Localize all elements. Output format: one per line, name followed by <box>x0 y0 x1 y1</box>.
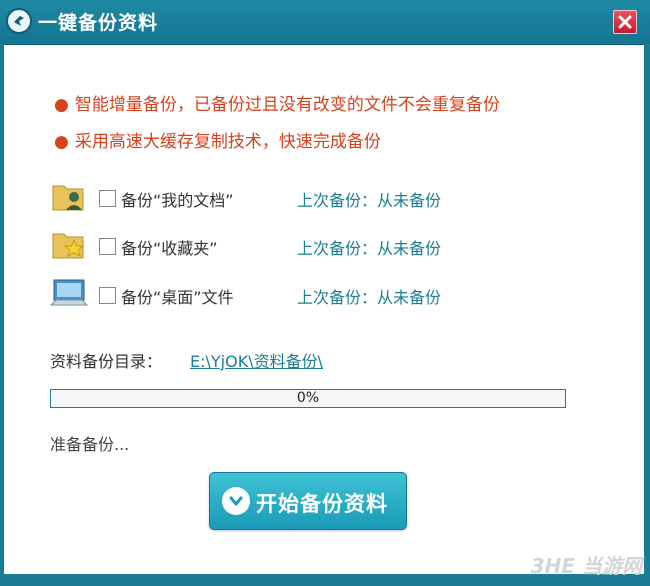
last-backup: 上次备份：从未备份 <box>297 235 441 259</box>
last-backup-label: 上次备份： <box>297 288 378 307</box>
app-logo-icon <box>6 8 32 34</box>
start-backup-button[interactable]: 开始备份资料 <box>209 472 407 530</box>
last-backup-label: 上次备份： <box>297 191 378 210</box>
desktop-icon <box>50 279 88 306</box>
option-favorites: 备份“收藏夹” 上次备份：从未备份 <box>50 226 550 262</box>
checkbox-my-documents[interactable] <box>99 190 116 207</box>
last-backup-value: 从未备份 <box>377 288 442 307</box>
bullet-icon: ● <box>54 95 69 115</box>
progress-bar: 0% <box>50 389 566 408</box>
last-backup: 上次备份：从未备份 <box>297 187 441 211</box>
feature-fast-copy: ● 采用高速大缓存复制技术，快速完成备份 <box>54 127 381 152</box>
user-folder-icon <box>52 185 84 211</box>
last-backup-value: 从未备份 <box>377 239 442 258</box>
close-icon <box>618 15 632 29</box>
last-backup: 上次备份：从未备份 <box>297 284 441 308</box>
progress-percent: 0% <box>296 390 320 406</box>
feature-text: 智能增量备份，已备份过且没有改变的文件不会重复备份 <box>74 95 500 115</box>
checkbox-favorites[interactable] <box>99 238 116 255</box>
title-bar[interactable]: 一键备份资料 <box>0 0 650 45</box>
option-my-documents: 备份“我的文档” 上次备份：从未备份 <box>50 178 550 214</box>
backup-dir-label: 资料备份目录： <box>50 352 163 371</box>
feature-text: 采用高速大缓存复制技术，快速完成备份 <box>74 132 381 152</box>
option-desktop: 备份“桌面”文件 上次备份：从未备份 <box>50 275 550 311</box>
last-backup-value: 从未备份 <box>377 191 442 210</box>
window-frame-right <box>644 44 650 580</box>
window-title: 一键备份资料 <box>38 12 159 34</box>
watermark: 3HE 当游网 <box>530 554 642 578</box>
favorites-folder-icon <box>52 233 85 259</box>
status-text: 准备备份... <box>50 435 130 454</box>
backup-dir-link[interactable]: E:\YjOK\资料备份\ <box>190 348 323 372</box>
option-label: 备份“收藏夹” <box>121 239 218 258</box>
start-backup-label: 开始备份资料 <box>256 492 388 516</box>
last-backup-label: 上次备份： <box>297 239 378 258</box>
chevron-down-circle-icon <box>222 487 250 515</box>
close-button[interactable] <box>613 10 637 34</box>
feature-incremental: ● 智能增量备份，已备份过且没有改变的文件不会重复备份 <box>54 90 500 115</box>
option-label: 备份“桌面”文件 <box>121 288 234 307</box>
checkbox-desktop[interactable] <box>99 287 116 304</box>
option-label: 备份“我的文档” <box>121 191 234 210</box>
bullet-icon: ● <box>54 132 69 152</box>
window-frame-left <box>0 44 4 580</box>
